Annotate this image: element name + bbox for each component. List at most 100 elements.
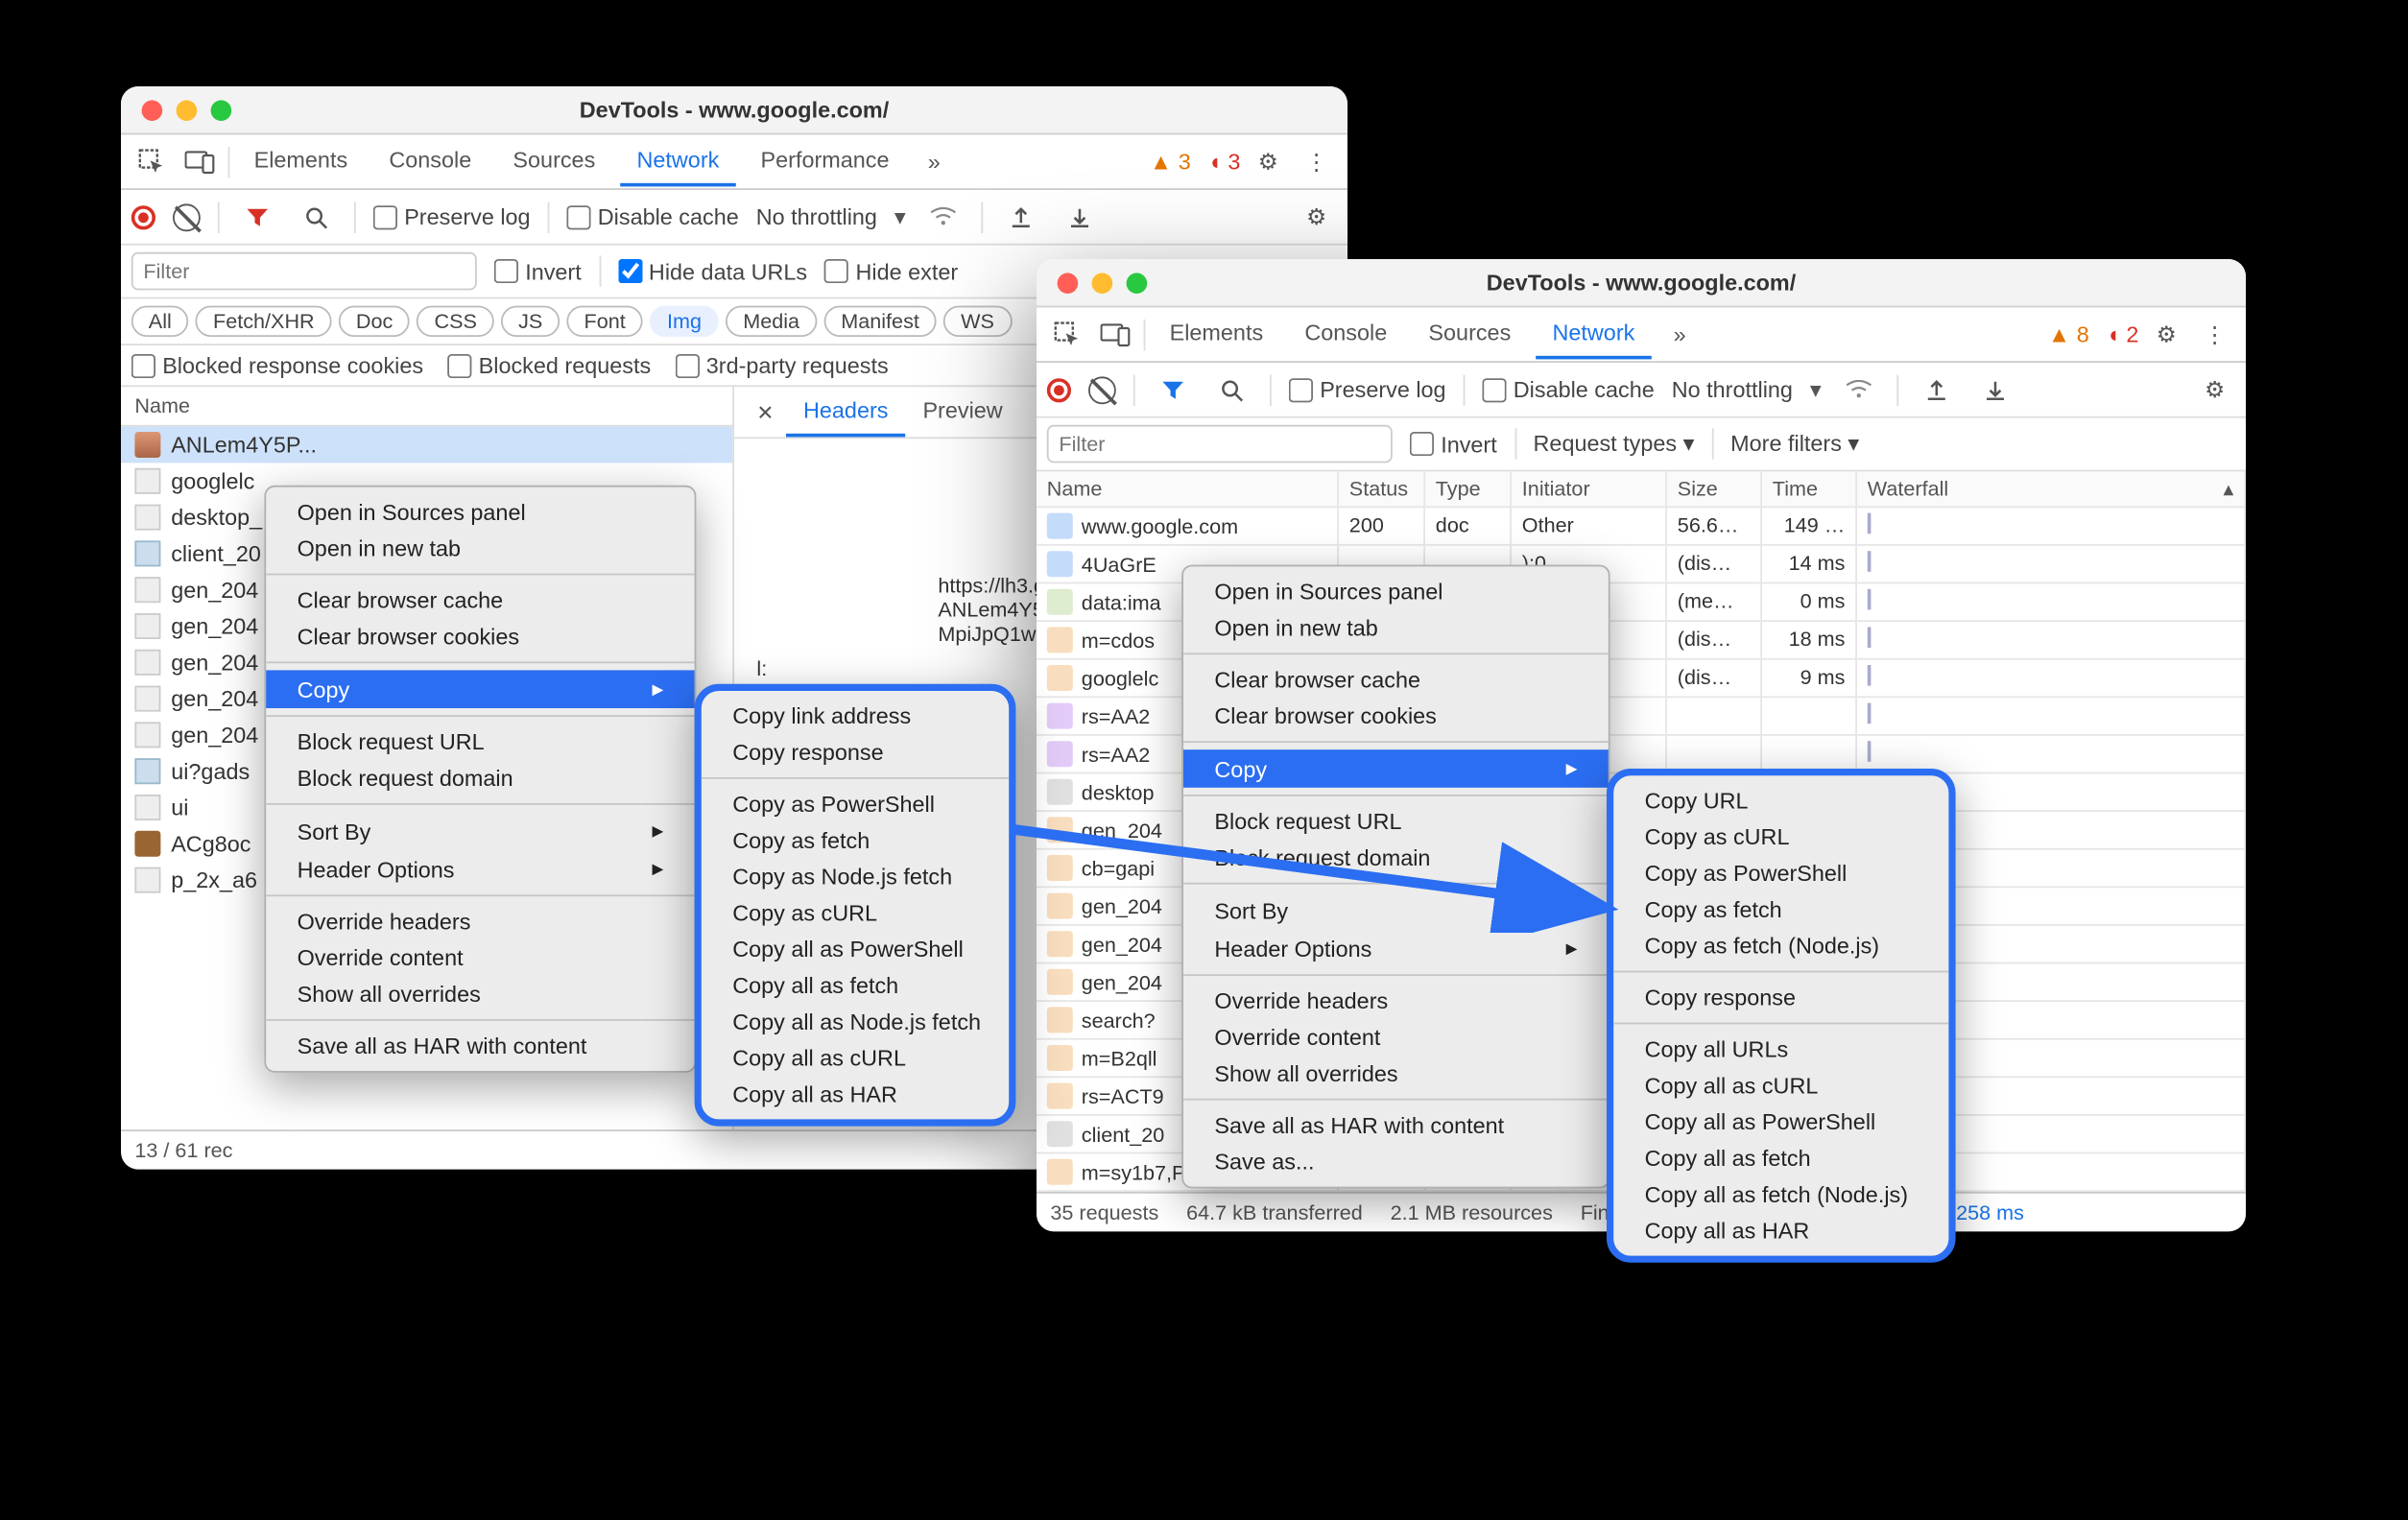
- menu-override-content[interactable]: Override content: [1183, 1019, 1609, 1056]
- copy-all-as-curl[interactable]: Copy all as cURL: [1613, 1067, 1948, 1104]
- search-icon[interactable]: [1211, 368, 1252, 410]
- blocked-cookies-checkbox[interactable]: Blocked response cookies: [131, 352, 423, 378]
- wifi-icon[interactable]: [1839, 368, 1880, 410]
- copy-as-fetch-nodejs[interactable]: Copy as fetch (Node.js): [1613, 928, 1948, 964]
- copy-all-as-har[interactable]: Copy all as HAR: [1613, 1213, 1948, 1249]
- copy-all-as-nodejs-fetch[interactable]: Copy all as Node.js fetch: [702, 1004, 1009, 1040]
- menu-clear-cookies[interactable]: Clear browser cookies: [1183, 698, 1609, 734]
- menu-show-overrides[interactable]: Show all overrides: [1183, 1056, 1609, 1092]
- copy-as-nodejs-fetch[interactable]: Copy as Node.js fetch: [702, 859, 1009, 895]
- copy-as-fetch[interactable]: Copy as fetch: [1613, 891, 1948, 928]
- col-time[interactable]: Time: [1762, 471, 1857, 506]
- warnings-badge[interactable]: ▲ 8: [2048, 321, 2089, 347]
- throttling-select[interactable]: No throttling: [1672, 376, 1793, 402]
- copy-as-curl[interactable]: Copy as cURL: [702, 894, 1009, 931]
- tab-network[interactable]: Network: [1535, 309, 1652, 359]
- subtab-headers[interactable]: Headers: [786, 387, 905, 437]
- more-filters-select[interactable]: More filters ▾: [1730, 430, 1859, 458]
- tab-elements[interactable]: Elements: [1153, 309, 1281, 359]
- col-type[interactable]: Type: [1425, 471, 1512, 506]
- chip-media[interactable]: Media: [726, 306, 817, 337]
- record-icon[interactable]: [1047, 377, 1071, 401]
- menu-block-domain[interactable]: Block request domain: [266, 760, 694, 796]
- menu-clear-cookies[interactable]: Clear browser cookies: [266, 618, 694, 654]
- filter-input[interactable]: [1047, 425, 1393, 463]
- tab-sources[interactable]: Sources: [495, 136, 612, 186]
- gear-icon[interactable]: ⚙: [1248, 141, 1289, 182]
- col-name[interactable]: Name: [1037, 471, 1339, 506]
- inspect-icon[interactable]: [1047, 314, 1088, 355]
- filter-icon[interactable]: [237, 196, 278, 237]
- menu-header-options[interactable]: Header Options▸: [266, 850, 694, 889]
- blocked-requests-checkbox[interactable]: Blocked requests: [447, 352, 651, 378]
- copy-as-curl[interactable]: Copy as cURL: [1613, 819, 1948, 855]
- menu-save-as[interactable]: Save as...: [1183, 1144, 1609, 1180]
- menu-copy[interactable]: Copy▸: [266, 670, 694, 708]
- col-initiator[interactable]: Initiator: [1512, 471, 1667, 506]
- copy-all-urls[interactable]: Copy all URLs: [1613, 1032, 1948, 1068]
- preserve-log-checkbox[interactable]: Preserve log: [1289, 376, 1446, 402]
- copy-all-as-har[interactable]: Copy all as HAR: [702, 1076, 1009, 1112]
- copy-all-as-powershell[interactable]: Copy all as PowerShell: [702, 931, 1009, 967]
- wifi-icon[interactable]: [923, 196, 965, 237]
- menu-header-options[interactable]: Header Options▸: [1183, 929, 1609, 967]
- chip-all[interactable]: All: [131, 306, 189, 337]
- chip-css[interactable]: CSS: [417, 306, 493, 337]
- kebab-icon[interactable]: ⋮: [2194, 314, 2235, 355]
- menu-clear-cache[interactable]: Clear browser cache: [1183, 661, 1609, 698]
- upload-icon[interactable]: [1917, 368, 1958, 410]
- copy-response[interactable]: Copy response: [702, 734, 1009, 771]
- copy-url[interactable]: Copy URL: [1613, 782, 1948, 819]
- copy-as-powershell[interactable]: Copy as PowerShell: [1613, 855, 1948, 891]
- copy-all-as-fetch-nodejs[interactable]: Copy all as fetch (Node.js): [1613, 1176, 1948, 1213]
- gear-icon[interactable]: ⚙: [1296, 196, 1337, 237]
- menu-save-har[interactable]: Save all as HAR with content: [266, 1028, 694, 1064]
- copy-as-fetch[interactable]: Copy as fetch: [702, 822, 1009, 859]
- clear-icon[interactable]: [173, 203, 201, 231]
- copy-all-as-curl[interactable]: Copy all as cURL: [702, 1040, 1009, 1077]
- chip-manifest[interactable]: Manifest: [823, 306, 937, 337]
- tab-performance[interactable]: Performance: [744, 136, 907, 186]
- chip-font[interactable]: Font: [567, 306, 643, 337]
- table-row[interactable]: www.google.com200docOther56.6…149 …: [1037, 508, 2246, 546]
- upload-icon[interactable]: [1001, 196, 1042, 237]
- request-types-select[interactable]: Request types ▾: [1534, 430, 1695, 458]
- record-icon[interactable]: [131, 204, 155, 228]
- menu-open-tab[interactable]: Open in new tab: [266, 531, 694, 567]
- menu-clear-cache[interactable]: Clear browser cache: [266, 582, 694, 619]
- more-tabs-icon[interactable]: »: [1659, 314, 1701, 355]
- chip-fetchxhr[interactable]: Fetch/XHR: [196, 306, 332, 337]
- col-size[interactable]: Size: [1667, 471, 1762, 506]
- chevron-down-icon[interactable]: ▾: [894, 203, 906, 231]
- copy-response[interactable]: Copy response: [1613, 980, 1948, 1016]
- menu-save-har[interactable]: Save all as HAR with content: [1183, 1107, 1609, 1144]
- device-icon[interactable]: [1095, 314, 1136, 355]
- menu-show-overrides[interactable]: Show all overrides: [266, 976, 694, 1012]
- menu-open-sources[interactable]: Open in Sources panel: [266, 494, 694, 531]
- clear-icon[interactable]: [1088, 376, 1116, 404]
- tab-console[interactable]: Console: [371, 136, 489, 186]
- search-icon[interactable]: [296, 196, 337, 237]
- errors-badge[interactable]: ◖ 2: [2107, 321, 2139, 347]
- copy-all-as-powershell[interactable]: Copy all as PowerShell: [1613, 1104, 1948, 1140]
- menu-override-headers[interactable]: Override headers: [266, 903, 694, 939]
- download-icon[interactable]: [1975, 368, 2016, 410]
- gear-icon[interactable]: ⚙: [2146, 314, 2187, 355]
- tab-network[interactable]: Network: [619, 136, 736, 186]
- subtab-preview[interactable]: Preview: [905, 387, 1019, 437]
- warnings-badge[interactable]: ▲ 3: [1150, 149, 1191, 175]
- device-icon[interactable]: [179, 141, 221, 182]
- invert-checkbox[interactable]: Invert: [494, 258, 582, 284]
- filter-icon[interactable]: [1153, 368, 1194, 410]
- tab-console[interactable]: Console: [1287, 309, 1404, 359]
- third-party-checkbox[interactable]: 3rd-party requests: [675, 352, 888, 378]
- disable-cache-checkbox[interactable]: Disable cache: [566, 203, 738, 229]
- throttling-select[interactable]: No throttling: [756, 203, 877, 229]
- menu-override-content[interactable]: Override content: [266, 939, 694, 976]
- chip-doc[interactable]: Doc: [339, 306, 410, 337]
- errors-badge[interactable]: ◖ 3: [1208, 149, 1241, 175]
- chevron-down-icon[interactable]: ▾: [1810, 376, 1822, 404]
- chip-js[interactable]: JS: [501, 306, 560, 337]
- col-waterfall[interactable]: Waterfall▴: [1857, 471, 2246, 506]
- download-icon[interactable]: [1060, 196, 1101, 237]
